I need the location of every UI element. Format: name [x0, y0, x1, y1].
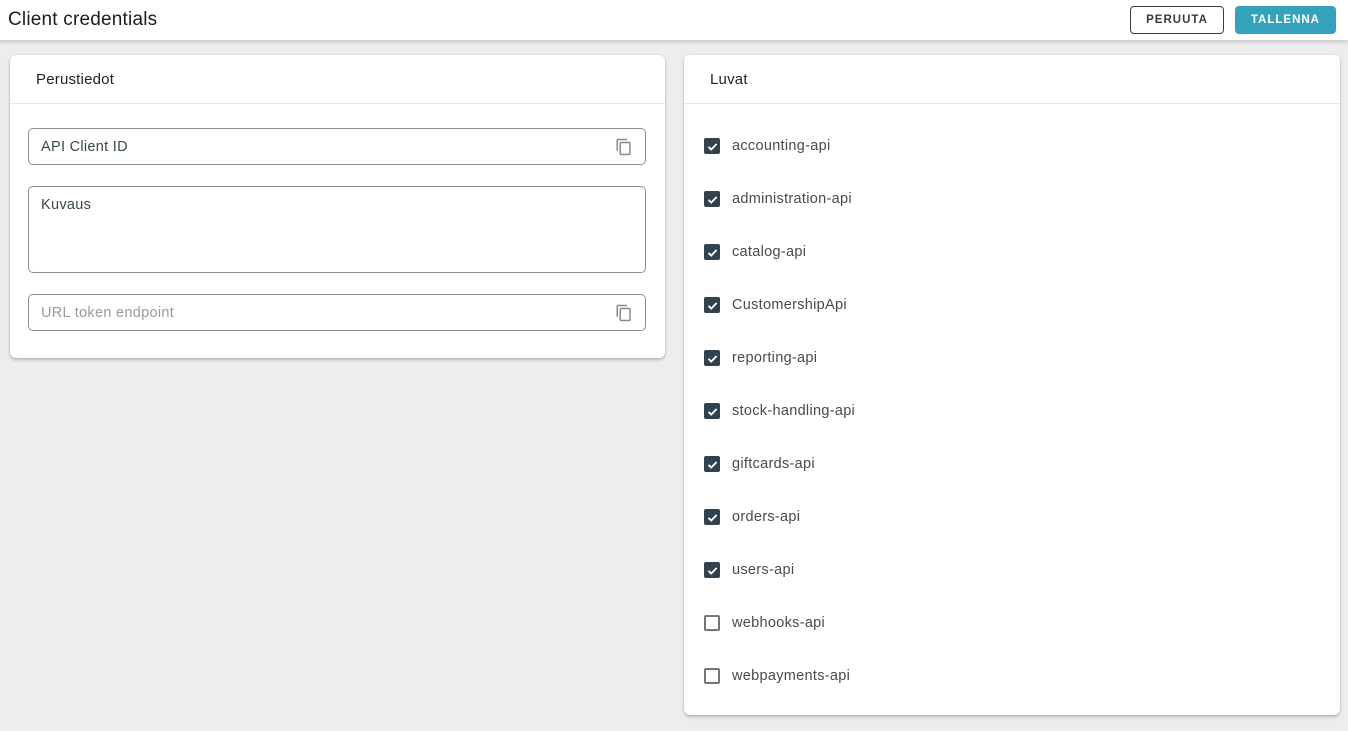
permission-label: users-api — [732, 562, 794, 578]
checkmark-icon — [706, 246, 719, 259]
permission-checkbox[interactable] — [704, 191, 720, 207]
cancel-button[interactable]: PERUUTA — [1130, 6, 1224, 34]
description-field-wrap: Kuvaus — [28, 186, 646, 273]
checkmark-icon — [706, 352, 719, 365]
permission-row: CustomershipApi — [704, 293, 1320, 317]
appbar-actions: PERUUTA TALLENNA — [1130, 6, 1336, 34]
content-area: Perustiedot Kuvaus — [0, 41, 1348, 715]
basic-info-form: Kuvaus — [10, 104, 665, 358]
client-id-field-wrap — [28, 128, 646, 165]
permission-label: reporting-api — [732, 350, 817, 366]
permissions-card-title: Luvat — [684, 55, 1340, 104]
permission-label: administration-api — [732, 191, 852, 207]
permission-checkbox[interactable] — [704, 138, 720, 154]
permission-row: users-api — [704, 558, 1320, 582]
permission-label: giftcards-api — [732, 456, 815, 472]
basic-info-card: Perustiedot Kuvaus — [10, 55, 665, 358]
permissions-list: accounting-api administration-api catalo… — [684, 104, 1340, 715]
permission-label: webpayments-api — [732, 668, 850, 684]
checkmark-icon — [706, 511, 719, 524]
permission-checkbox[interactable] — [704, 403, 720, 419]
permissions-card: Luvat accounting-api administration-api … — [684, 55, 1340, 715]
copy-client-id-button[interactable] — [613, 136, 635, 158]
permission-row: stock-handling-api — [704, 399, 1320, 423]
save-button[interactable]: TALLENNA — [1235, 6, 1336, 34]
permission-checkbox[interactable] — [704, 350, 720, 366]
permission-checkbox[interactable] — [704, 244, 720, 260]
permission-label: accounting-api — [732, 138, 831, 154]
permission-checkbox[interactable] — [704, 668, 720, 684]
checkmark-icon — [706, 299, 719, 312]
description-textarea[interactable]: Kuvaus — [29, 187, 645, 272]
permission-row: orders-api — [704, 505, 1320, 529]
checkmark-icon — [706, 405, 719, 418]
permission-checkbox[interactable] — [704, 509, 720, 525]
permission-checkbox[interactable] — [704, 456, 720, 472]
app-bar: Client credentials PERUUTA TALLENNA — [0, 0, 1348, 41]
permission-row: webhooks-api — [704, 611, 1320, 635]
basic-info-card-title: Perustiedot — [10, 55, 665, 104]
permission-row: administration-api — [704, 187, 1320, 211]
permission-checkbox[interactable] — [704, 615, 720, 631]
permission-row: giftcards-api — [704, 452, 1320, 476]
permission-row: reporting-api — [704, 346, 1320, 370]
permission-checkbox[interactable] — [704, 562, 720, 578]
permission-label: catalog-api — [732, 244, 806, 260]
checkmark-icon — [706, 564, 719, 577]
checkmark-icon — [706, 140, 719, 153]
permission-row: accounting-api — [704, 134, 1320, 158]
permission-label: CustomershipApi — [732, 297, 847, 313]
permission-label: stock-handling-api — [732, 403, 855, 419]
copy-icon — [615, 138, 633, 156]
token-endpoint-field-wrap — [28, 294, 646, 331]
copy-token-endpoint-button[interactable] — [613, 302, 635, 324]
permission-row: catalog-api — [704, 240, 1320, 264]
checkmark-icon — [706, 193, 719, 206]
permission-label: webhooks-api — [732, 615, 825, 631]
permission-row: webpayments-api — [704, 664, 1320, 688]
checkmark-icon — [706, 458, 719, 471]
token-endpoint-input[interactable] — [31, 295, 613, 330]
page-title: Client credentials — [8, 9, 157, 31]
permission-label: orders-api — [732, 509, 800, 525]
client-id-input[interactable] — [31, 129, 613, 164]
copy-icon — [615, 304, 633, 322]
permission-checkbox[interactable] — [704, 297, 720, 313]
